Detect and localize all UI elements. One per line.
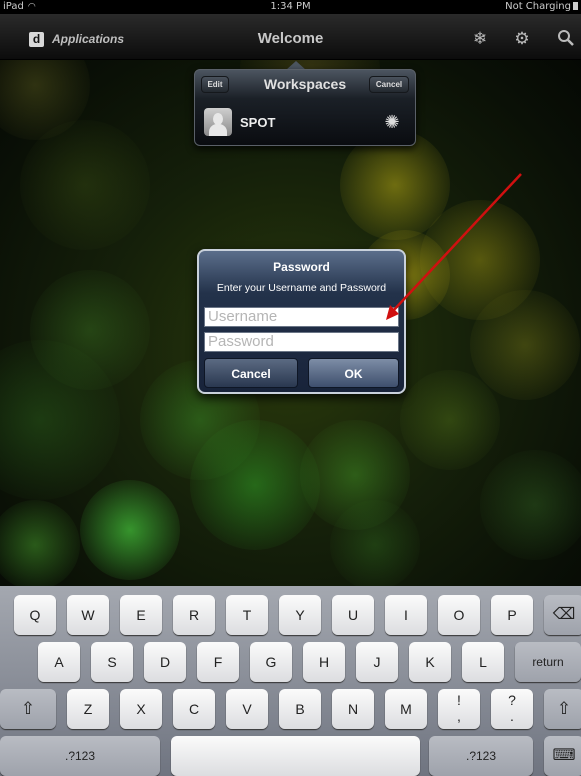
hide-keyboard-key[interactable]: ⌨ (544, 736, 581, 776)
snowflake-icon[interactable]: ❄ (469, 29, 491, 49)
bokeh-light (80, 480, 180, 580)
key-y[interactable]: Y (279, 595, 321, 635)
key-exclaim-comma[interactable]: !, (438, 689, 480, 729)
key-k[interactable]: K (409, 642, 451, 682)
key-m[interactable]: M (385, 689, 427, 729)
key-r[interactable]: R (173, 595, 215, 635)
username-field[interactable]: Username (204, 307, 399, 327)
key-i[interactable]: I (385, 595, 427, 635)
gear-icon[interactable]: ⚙ (511, 29, 533, 49)
key-w[interactable]: W (67, 595, 109, 635)
key-o[interactable]: O (438, 595, 480, 635)
delete-key[interactable]: ⌫ (544, 595, 581, 635)
password-field[interactable]: Password (204, 332, 399, 352)
workspace-label: SPOT (240, 115, 276, 130)
key-s[interactable]: S (91, 642, 133, 682)
space-bar[interactable] (171, 736, 420, 776)
bokeh-light (330, 500, 420, 586)
bokeh-light (0, 500, 80, 586)
bokeh-light (400, 370, 500, 470)
workspaces-popover: Edit Workspaces Cancel SPOT ✺ (194, 69, 416, 146)
key-z[interactable]: Z (67, 689, 109, 729)
dialog-message: Enter your Username and Password (216, 282, 387, 294)
numbers-key-left[interactable]: .?123 (0, 736, 160, 776)
key-g[interactable]: G (250, 642, 292, 682)
status-bar: iPad ◠ 1:34 PM Not Charging (0, 0, 581, 14)
return-key[interactable]: return (515, 642, 581, 682)
key-d[interactable]: D (144, 642, 186, 682)
key-l[interactable]: L (462, 642, 504, 682)
key-f[interactable]: F (197, 642, 239, 682)
key-u[interactable]: U (332, 595, 374, 635)
key-j[interactable]: J (356, 642, 398, 682)
key-v[interactable]: V (226, 689, 268, 729)
popover-cancel-button[interactable]: Cancel (369, 76, 409, 93)
bokeh-light (20, 120, 150, 250)
loading-spinner-icon: ✺ (384, 112, 400, 132)
bokeh-light (480, 450, 581, 560)
key-x[interactable]: X (120, 689, 162, 729)
workspace-list-item[interactable]: SPOT ✺ (200, 104, 410, 142)
status-time: 1:34 PM (270, 1, 311, 12)
dialog-title: Password (273, 260, 330, 274)
key-a[interactable]: A (38, 642, 80, 682)
navigation-bar: d Applications Welcome ❄ ⚙ (0, 14, 581, 60)
key-e[interactable]: E (120, 595, 162, 635)
search-icon[interactable] (555, 29, 577, 52)
key-p[interactable]: P (491, 595, 533, 635)
onscreen-keyboard: Q W E R T Y U I O P ⌫ A S D F G H J K L … (0, 586, 581, 776)
key-question-period[interactable]: ?. (491, 689, 533, 729)
status-battery: Not Charging (505, 1, 578, 12)
shift-key-right[interactable]: ⇧ (544, 689, 581, 729)
shift-key-left[interactable]: ⇧ (0, 689, 56, 729)
key-t[interactable]: T (226, 595, 268, 635)
key-b[interactable]: B (279, 689, 321, 729)
key-h[interactable]: H (303, 642, 345, 682)
page-title: Welcome (257, 30, 324, 47)
key-n[interactable]: N (332, 689, 374, 729)
key-q[interactable]: Q (14, 595, 56, 635)
key-c[interactable]: C (173, 689, 215, 729)
dialog-ok-button[interactable]: OK (308, 358, 399, 388)
numbers-key-right[interactable]: .?123 (429, 736, 533, 776)
avatar (204, 108, 232, 136)
battery-icon (573, 2, 578, 10)
bokeh-light (470, 290, 580, 400)
dialog-cancel-button[interactable]: Cancel (204, 358, 298, 388)
password-dialog: Password Enter your Username and Passwor… (197, 249, 406, 394)
